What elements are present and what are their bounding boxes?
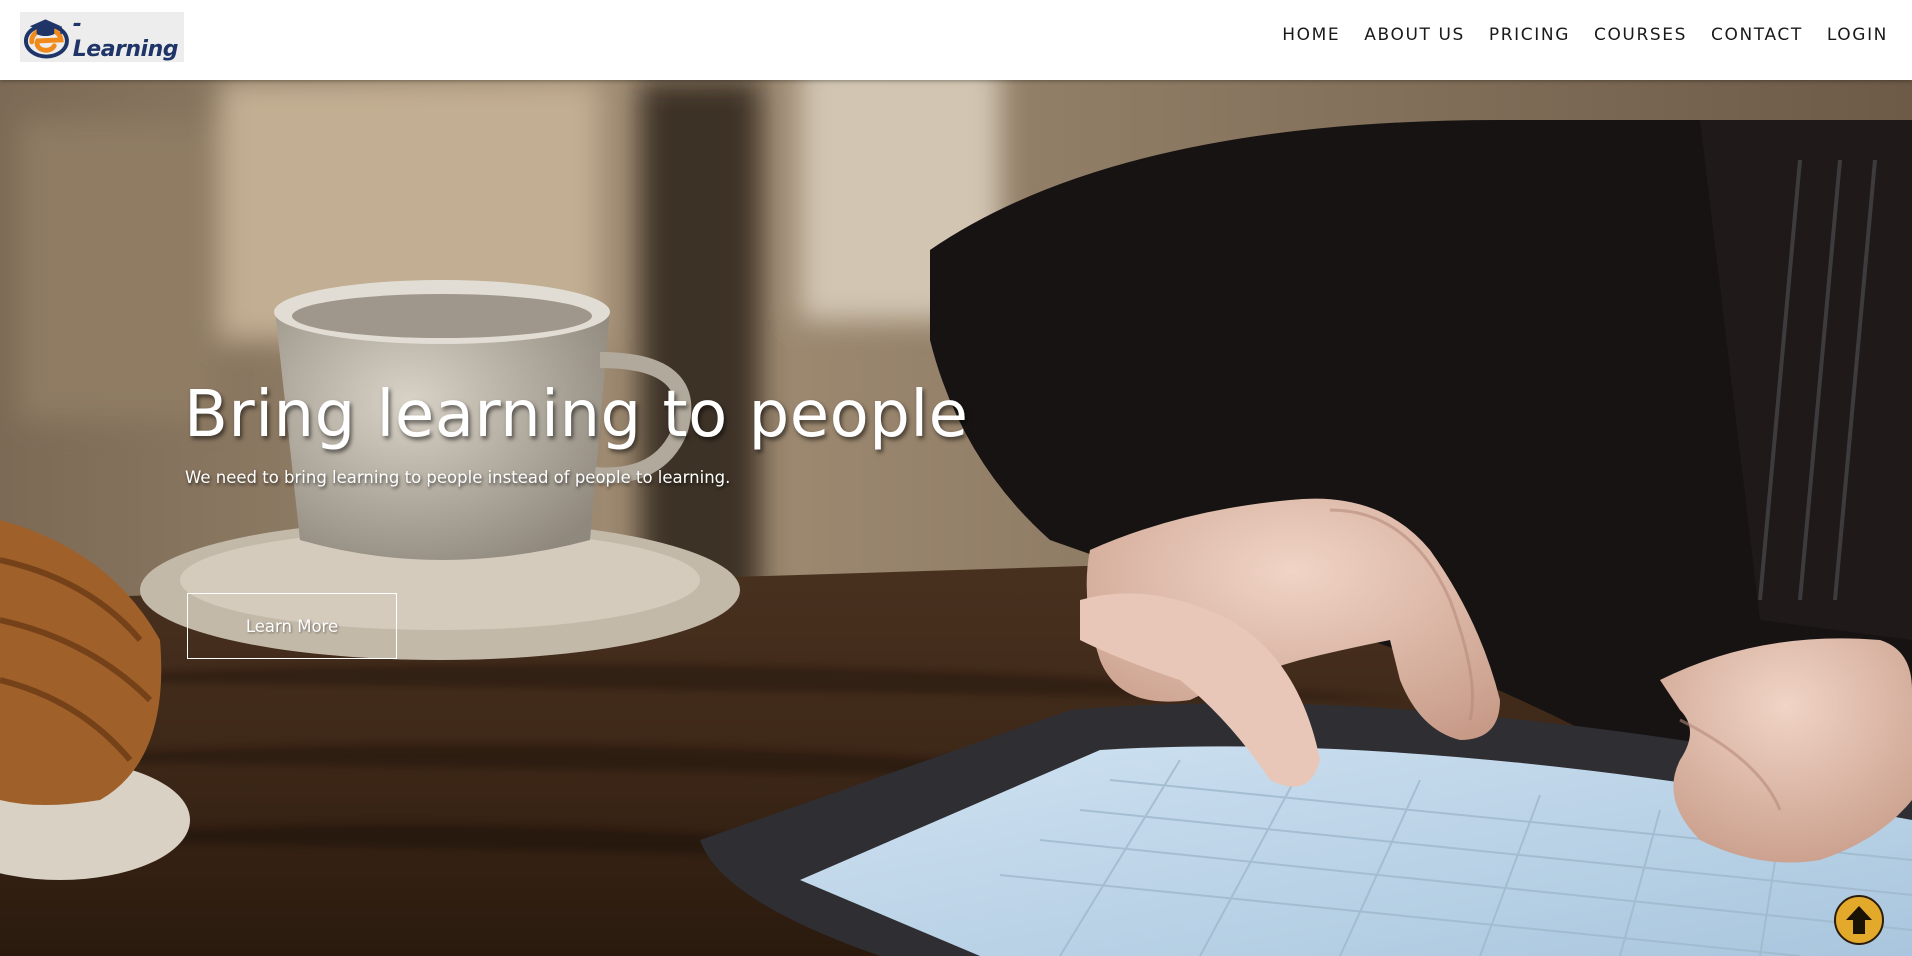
- site-logo[interactable]: -Learning: [20, 12, 184, 62]
- nav-item-pricing[interactable]: PRICING: [1489, 25, 1570, 45]
- nav-item-login[interactable]: LOGIN: [1827, 25, 1888, 45]
- scroll-to-top-button[interactable]: [1834, 895, 1884, 945]
- top-navbar: -Learning HOME ABOUT US PRICING COURSES …: [0, 0, 1912, 80]
- nav-item-about-us[interactable]: ABOUT US: [1364, 25, 1465, 45]
- learn-more-button[interactable]: Learn More: [187, 593, 397, 659]
- hero-background-image: [0, 80, 1912, 956]
- hero-title: Bring learning to people: [184, 378, 969, 452]
- hero-subtitle: We need to bring learning to people inst…: [185, 468, 731, 487]
- logo-text: -Learning: [72, 12, 179, 62]
- e-learning-logo-icon: [23, 19, 69, 59]
- arrow-up-icon: [1846, 906, 1872, 934]
- nav-item-contact[interactable]: CONTACT: [1711, 25, 1803, 45]
- nav-item-home[interactable]: HOME: [1282, 25, 1340, 45]
- nav-item-courses[interactable]: COURSES: [1594, 25, 1687, 45]
- hero-section: Bring learning to people We need to brin…: [0, 80, 1912, 956]
- main-nav: HOME ABOUT US PRICING COURSES CONTACT LO…: [1282, 0, 1888, 70]
